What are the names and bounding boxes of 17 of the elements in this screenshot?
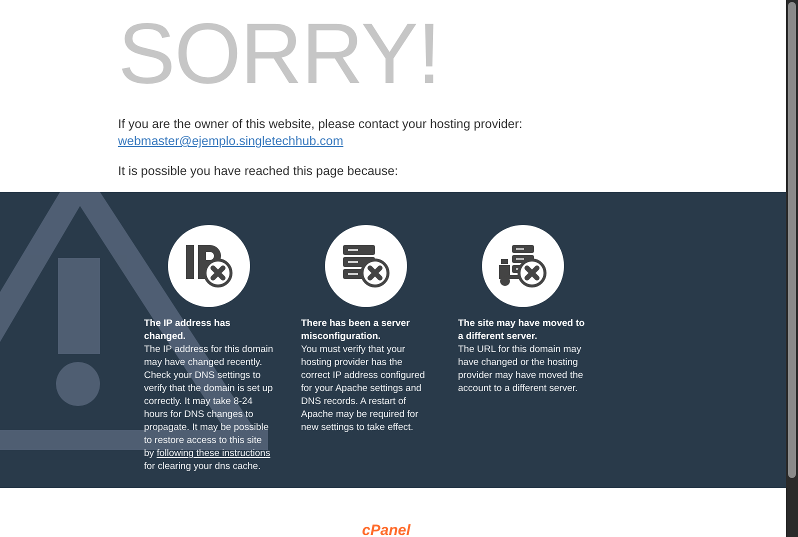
reason-heading: The IP address has changed.	[144, 317, 232, 343]
truck-server-icon	[498, 243, 548, 289]
reason-text: You must verify that your hosting provider has the correct IP address configured for your Apache settings and DNS records. A restart of Apache may be required for new settings to take effect.	[301, 343, 426, 434]
email-link[interactable]: webmaster@ejemplo.singletechhub.com	[118, 133, 344, 150]
reason-text: The IP address for this domain may have changed recently. Check your DNS settings to verify that the domain is set up correctly. It may take 8-24 hours for DNS changes to propagate. It may be possible to restore access to this site by following these instructions for clearing your dns cache.	[144, 343, 274, 473]
sorry-title: SORRY!	[118, 12, 440, 96]
scrollbar[interactable]	[786, 0, 798, 537]
server-error-icon	[341, 243, 391, 289]
scrollbar-thumb[interactable]	[788, 2, 796, 478]
intro-text: It is possible you have reached this page because:	[118, 164, 400, 178]
contact-text: If you are the owner of this website, please contact your hosting provider:	[118, 117, 522, 131]
reason-heading: There has been a server misconfiguration.	[301, 317, 411, 343]
reason-heading: The site may have moved to a different server.	[458, 317, 586, 343]
reason-text: The URL for this domain may have changed or the hosting provider may have moved the account to a different server.	[458, 343, 584, 395]
instructions-link[interactable]: following these instructions	[156, 448, 270, 459]
cpanel-logo: cPanel	[362, 525, 410, 537]
ip-error-icon	[184, 243, 234, 289]
